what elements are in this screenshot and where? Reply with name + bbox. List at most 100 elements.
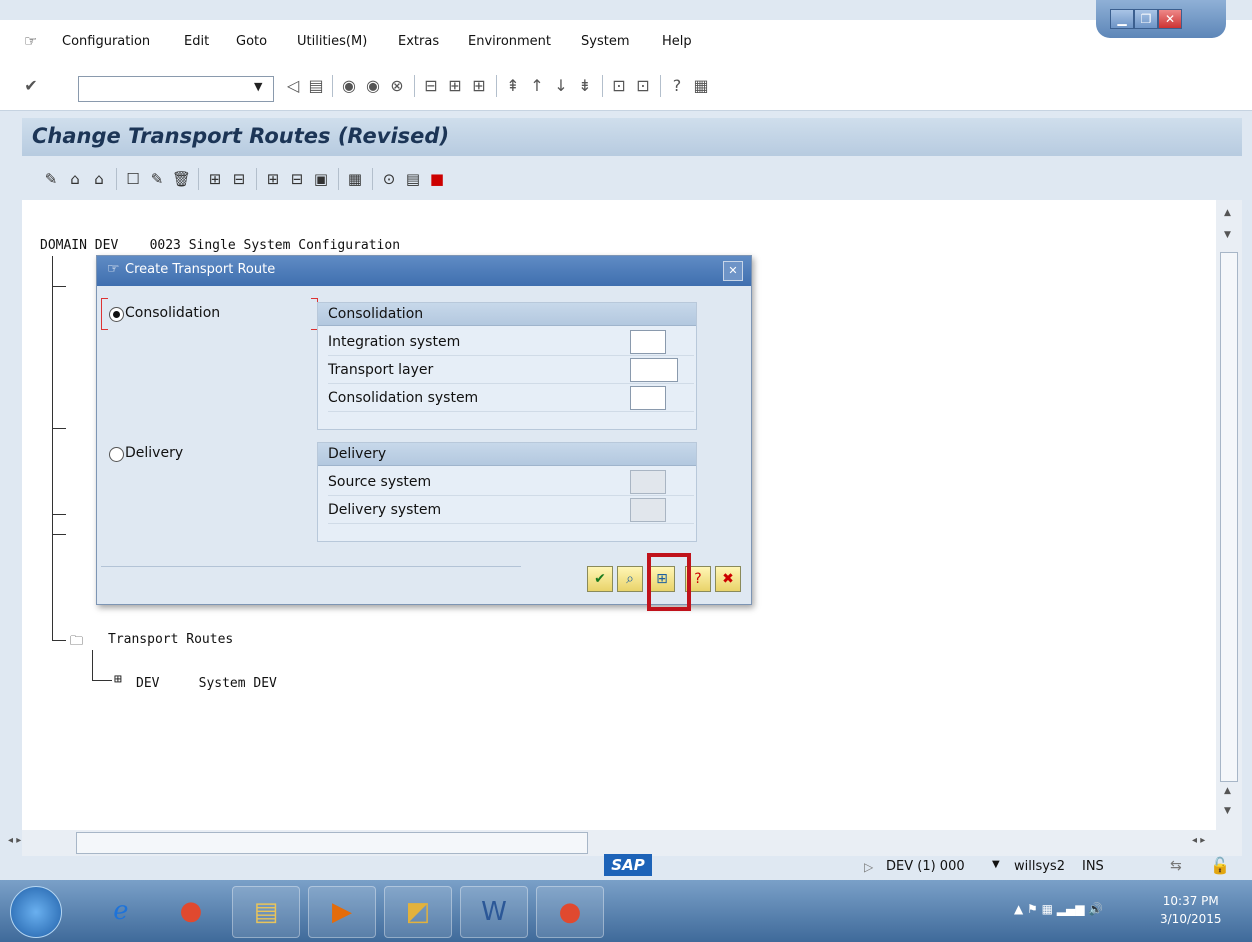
next-page-icon[interactable]: ↓ — [552, 77, 570, 95]
status-bar: SAP ▷ DEV (1) 000 ▼ willsys2 INS ⇆ 🔓 — [0, 854, 1252, 880]
scroll-up-icon[interactable]: ▲ — [1224, 208, 1231, 218]
find-next-icon[interactable]: ⊞ — [470, 77, 488, 95]
activate-icon[interactable]: ⌂ — [90, 170, 108, 188]
consolidation-radio-label[interactable]: Consolidation — [125, 305, 220, 321]
minimize-icon[interactable]: ▁ — [1110, 9, 1134, 29]
collapse-icon[interactable]: ⊟ — [230, 170, 248, 188]
dialog-titlebar: ☞ Create Transport Route ✕ — [97, 256, 751, 286]
dialog-close-icon[interactable]: ✕ — [723, 261, 743, 281]
menu-configuration[interactable]: Configuration — [62, 34, 150, 49]
sap-logon-icon[interactable]: ◩ — [384, 886, 452, 938]
help-icon[interactable]: ? — [668, 77, 686, 95]
consolidation-radio[interactable] — [109, 307, 124, 322]
tree-node-transport-routes[interactable]: Transport Routes — [108, 632, 233, 647]
source-system-input[interactable] — [630, 470, 666, 494]
last-page-icon[interactable]: ⇟ — [576, 77, 594, 95]
cancel-icon[interactable]: ⊗ — [388, 77, 406, 95]
close-icon[interactable]: ✕ — [1158, 9, 1182, 29]
vertical-scrollbar[interactable]: ▲ ▼ ▲ ▼ — [1216, 200, 1242, 830]
layout-menu-icon[interactable]: ▦ — [692, 77, 710, 95]
layout-icon[interactable]: ⇆ — [1170, 858, 1182, 874]
sap-logo: SAP — [604, 854, 652, 876]
check-icon[interactable]: ⊙ — [380, 170, 398, 188]
shortcut-icon[interactable]: ⊡ — [634, 77, 652, 95]
tray-icons[interactable]: ▲ ⚑ ▦ ▂▄▆ 🔊 — [1014, 902, 1103, 916]
menu-environment[interactable]: Environment — [468, 34, 551, 49]
status-triangle-icon[interactable]: ▷ — [864, 860, 873, 874]
menu-help[interactable]: Help — [662, 34, 692, 49]
create-icon[interactable]: ☐ — [124, 170, 142, 188]
menu-edit[interactable]: Edit — [184, 34, 209, 49]
history-back-icon[interactable]: ◁ — [284, 77, 302, 95]
first-page-icon[interactable]: ⇞ — [504, 77, 522, 95]
cancel-button[interactable]: ✖ — [715, 566, 741, 592]
transport-layer-input[interactable] — [630, 358, 678, 382]
continue-button[interactable]: ✔ — [587, 566, 613, 592]
integration-system-input[interactable] — [630, 330, 666, 354]
restore-icon[interactable]: ❐ — [1134, 9, 1158, 29]
menu-system[interactable]: System — [581, 34, 629, 49]
exit-icon[interactable]: ◉ — [364, 77, 382, 95]
internet-explorer-icon[interactable]: ℯ — [88, 886, 154, 936]
command-dropdown-icon[interactable]: ▼ — [254, 80, 262, 93]
scroll-thumb[interactable] — [1220, 252, 1238, 782]
scroll-thumb[interactable] — [76, 832, 588, 854]
delivery-system-row: Delivery system — [328, 497, 694, 524]
file-explorer-icon[interactable]: ▤ — [232, 886, 300, 938]
dialog-footer-line — [101, 566, 521, 567]
session-info[interactable]: DEV (1) 000 — [886, 859, 965, 874]
source-system-row: Source system — [328, 469, 694, 496]
tree-node-dev[interactable]: DEV System DEV — [136, 676, 277, 691]
previous-page-icon[interactable]: ↑ — [528, 77, 546, 95]
server-name: willsys2 — [1014, 859, 1065, 874]
chrome-window-icon[interactable]: ● — [536, 886, 604, 938]
window-controls: ▁ ❐ ✕ — [1096, 0, 1226, 38]
info-icon[interactable]: ■ — [428, 170, 446, 188]
start-button[interactable] — [10, 886, 62, 938]
media-player-icon[interactable]: ▶ — [308, 886, 376, 938]
print-icon[interactable]: ⊟ — [422, 77, 440, 95]
word-icon[interactable]: W — [460, 886, 528, 938]
session-menu-icon[interactable]: ☞ — [24, 32, 37, 50]
scroll-down-icon[interactable]: ▼ — [1224, 806, 1231, 816]
scroll-left-icon[interactable]: ◂ ▸ — [8, 835, 21, 846]
highlight-frame — [647, 553, 691, 611]
expand-subtree-icon[interactable]: ⊞ — [264, 170, 282, 188]
search-help-button[interactable]: ⌕ — [617, 566, 643, 592]
system-clock[interactable]: 10:37 PM 3/10/2015 — [1160, 892, 1222, 928]
menu-goto[interactable]: Goto — [236, 34, 267, 49]
horizontal-scrollbar[interactable]: ◂ ▸ ◂ ▸ — [8, 830, 1242, 856]
scroll-up-icon[interactable]: ▲ — [1224, 786, 1231, 796]
delete-icon[interactable]: 🗑 — [172, 170, 191, 188]
find-icon[interactable]: ⊞ — [446, 77, 464, 95]
distribute-icon[interactable]: ⌂ — [66, 170, 84, 188]
chrome-icon[interactable]: ● — [158, 886, 224, 936]
change-icon[interactable]: ✎ — [148, 170, 166, 188]
save-icon[interactable]: ▤ — [307, 77, 325, 95]
expand-icon[interactable]: ⊞ — [206, 170, 224, 188]
delivery-system-input[interactable] — [630, 498, 666, 522]
command-field[interactable] — [78, 76, 274, 102]
integration-system-row: Integration system — [328, 329, 694, 356]
folder-plus-icon: ⊞ — [114, 672, 122, 687]
list-icon[interactable]: ▤ — [404, 170, 422, 188]
delivery-radio-label[interactable]: Delivery — [125, 445, 183, 461]
display-change-icon[interactable]: ✎ — [42, 170, 60, 188]
scroll-down-icon[interactable]: ▼ — [1224, 230, 1231, 240]
delivery-radio[interactable] — [109, 447, 124, 462]
session-dropdown-icon[interactable]: ▼ — [992, 859, 1000, 870]
lock-icon[interactable]: 🔓 — [1210, 856, 1230, 875]
focus-bracket-left — [101, 298, 108, 330]
legend-icon[interactable]: ▦ — [346, 170, 364, 188]
dialog-title: Create Transport Route — [125, 262, 276, 277]
consolidation-system-input[interactable] — [630, 386, 666, 410]
scroll-right-icon[interactable]: ◂ ▸ — [1192, 835, 1205, 846]
enter-icon[interactable]: ✔ — [22, 77, 40, 95]
select-icon[interactable]: ▣ — [312, 170, 330, 188]
new-session-icon[interactable]: ⊡ — [610, 77, 628, 95]
menu-extras[interactable]: Extras — [398, 34, 439, 49]
collapse-subtree-icon[interactable]: ⊟ — [288, 170, 306, 188]
menu-utilities[interactable]: Utilities(M) — [297, 34, 367, 49]
consolidation-group-title: Consolidation — [318, 303, 696, 326]
back-icon[interactable]: ◉ — [340, 77, 358, 95]
